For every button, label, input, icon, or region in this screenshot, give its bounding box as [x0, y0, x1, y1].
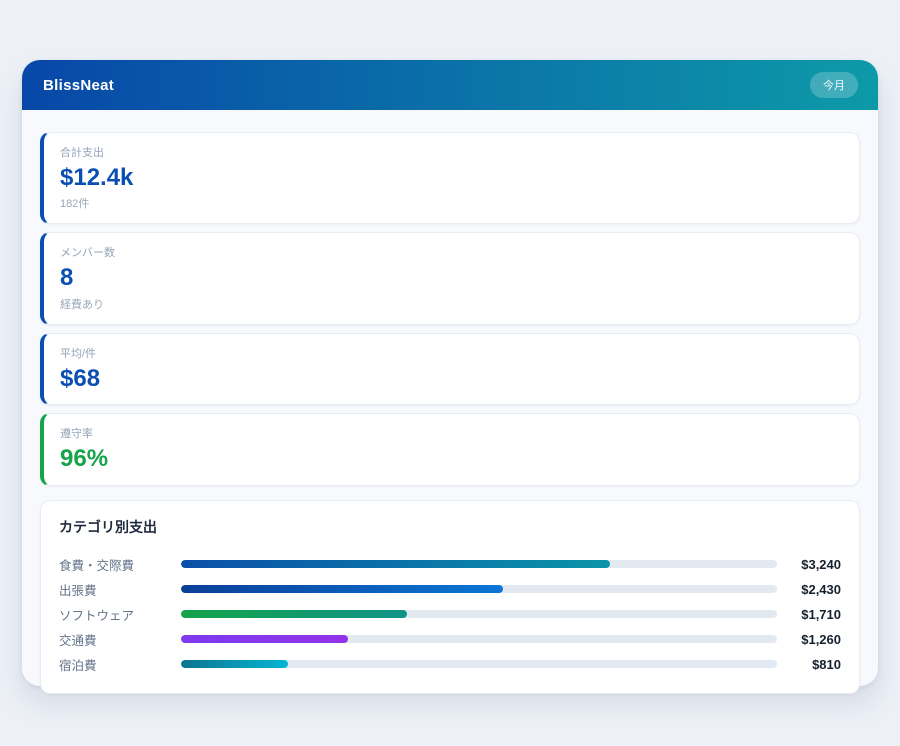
category-label: 宿泊費: [59, 655, 181, 674]
category-label: 交通費: [59, 630, 181, 649]
category-row: 出張費 $2,430: [59, 577, 841, 602]
stat-sub: 経費あり: [60, 296, 843, 312]
category-row: ソフトウェア $1,710: [59, 602, 841, 627]
app-title: BlissNeat: [43, 77, 114, 94]
stat-value: 96%: [60, 446, 843, 472]
category-label: 食費・交際費: [59, 555, 181, 574]
stat-card-average: 平均/件 $68: [40, 333, 860, 405]
category-amount: $810: [777, 657, 841, 672]
category-bar-fill: [181, 610, 407, 618]
category-row: 食費・交際費 $3,240: [59, 552, 841, 577]
stat-card-total-spend: 合計支出 $12.4k 182件: [40, 132, 860, 224]
category-label: ソフトウェア: [59, 605, 181, 624]
stat-label: メンバー数: [60, 244, 843, 260]
stat-value: $12.4k: [60, 165, 843, 191]
category-spend-title: カテゴリ別支出: [59, 517, 841, 537]
stat-card-compliance: 遵守率 96%: [40, 413, 860, 485]
stat-value: 8: [60, 265, 843, 291]
period-badge[interactable]: 今月: [810, 72, 858, 98]
main-content: 合計支出 $12.4k 182件 メンバー数 8 経費あり 平均/件 $68 遵…: [22, 110, 878, 694]
category-row: 交通費 $1,260: [59, 627, 841, 652]
stat-label: 平均/件: [60, 345, 843, 361]
category-bar-fill: [181, 635, 348, 643]
category-amount: $2,430: [777, 582, 841, 597]
category-row: 宿泊費 $810: [59, 652, 841, 677]
category-bar-fill: [181, 560, 610, 568]
category-bar-fill: [181, 660, 288, 668]
category-bar-track: [181, 635, 777, 643]
category-amount: $1,710: [777, 607, 841, 622]
category-bar-track: [181, 660, 777, 668]
category-bar-track: [181, 585, 777, 593]
category-spend-card: カテゴリ別支出 食費・交際費 $3,240 出張費 $2,430 ソフトウェア: [40, 500, 860, 694]
stat-label: 遵守率: [60, 425, 843, 441]
category-bar-track: [181, 560, 777, 568]
app-window: BlissNeat 今月 合計支出 $12.4k 182件 メンバー数 8 経費…: [22, 60, 878, 686]
category-amount: $1,260: [777, 632, 841, 647]
stat-sub: 182件: [60, 195, 843, 211]
category-amount: $3,240: [777, 557, 841, 572]
stat-label: 合計支出: [60, 144, 843, 160]
category-bar-fill: [181, 585, 503, 593]
stat-card-members: メンバー数 8 経費あり: [40, 232, 860, 324]
app-header: BlissNeat 今月: [22, 60, 878, 110]
category-bar-track: [181, 610, 777, 618]
category-label: 出張費: [59, 580, 181, 599]
stat-value: $68: [60, 366, 843, 392]
